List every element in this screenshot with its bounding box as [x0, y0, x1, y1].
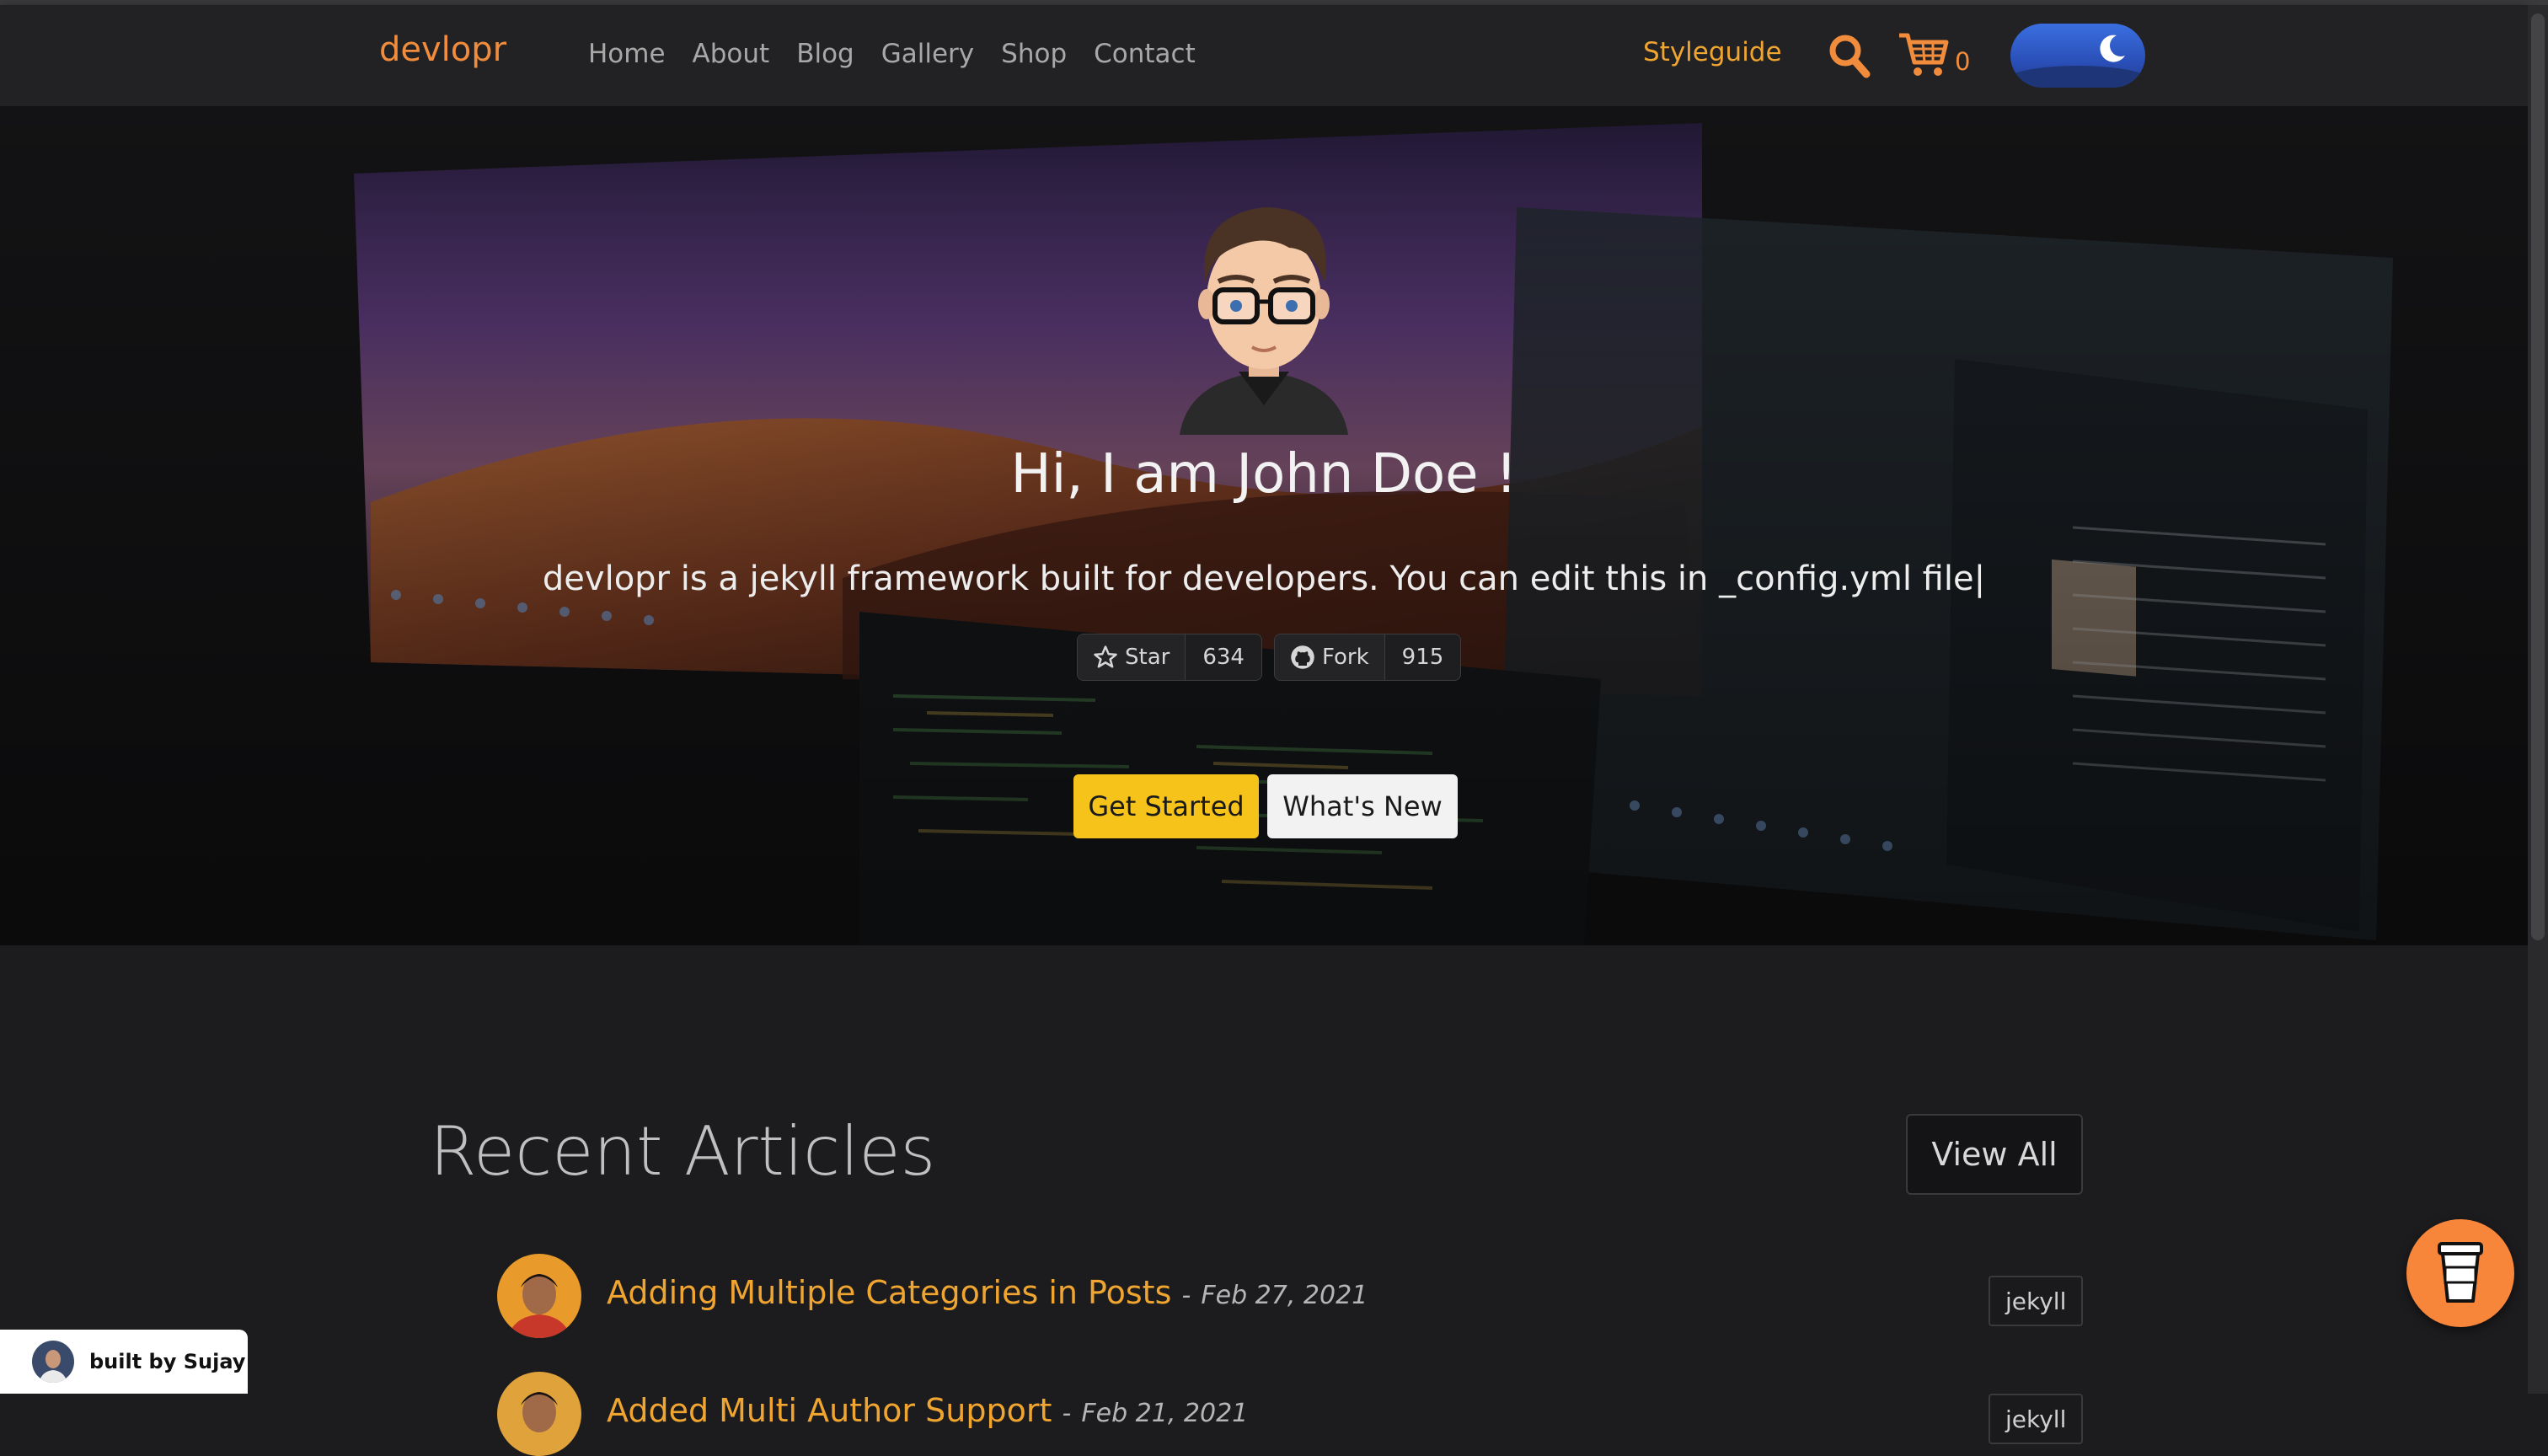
nav-link-blog[interactable]: Blog	[796, 39, 854, 69]
search-icon[interactable]	[1827, 32, 1871, 79]
brand-logo[interactable]: devlopr	[379, 30, 506, 69]
nav-link-contact[interactable]: Contact	[1094, 39, 1196, 69]
fork-count[interactable]: 915	[1385, 634, 1461, 680]
hero-section: Hi, I am John Doe ! devlopr is a jekyll …	[0, 106, 2528, 945]
star-label-wrap: Star	[1078, 634, 1186, 680]
star-label: Star	[1125, 645, 1170, 670]
built-by-badge[interactable]: built by Sujay	[0, 1330, 248, 1394]
whats-new-button[interactable]: What's New	[1267, 774, 1458, 838]
article-date: Feb 21, 2021	[1081, 1399, 1249, 1428]
article-title: Added Multi Author Support	[607, 1392, 1052, 1429]
hero-subtitle: devlopr is a jekyll framework built for …	[542, 559, 1986, 598]
article-item: Added Multi Author Support - Feb 21, 202…	[497, 1372, 2084, 1456]
fork-label: Fork	[1321, 645, 1369, 670]
star-icon	[1094, 645, 1117, 668]
toggle-hills	[2010, 66, 2145, 88]
article-tag[interactable]: jekyll	[1989, 1276, 2084, 1326]
cart-count: 0	[1955, 47, 1971, 76]
recent-articles-title: Recent Articles	[430, 1112, 936, 1191]
nav-link-shop[interactable]: Shop	[1001, 39, 1067, 69]
article-title-link[interactable]: Adding Multiple Categories in Posts - Fe…	[607, 1274, 1368, 1311]
github-fork-button[interactable]: Fork 915	[1273, 634, 1462, 681]
built-by-text: built by Sujay	[89, 1350, 246, 1373]
article-separator: -	[1181, 1281, 1191, 1310]
article-item: Adding Multiple Categories in Posts - Fe…	[497, 1254, 2084, 1338]
article-date: Feb 27, 2021	[1201, 1281, 1368, 1310]
hero-title: Hi, I am John Doe !	[1010, 443, 1518, 506]
scrollbar-thumb[interactable]	[2531, 13, 2545, 940]
styleguide-link[interactable]: Styleguide	[1643, 37, 1782, 67]
article-title: Adding Multiple Categories in Posts	[607, 1274, 1172, 1311]
nav-link-home[interactable]: Home	[588, 39, 666, 69]
cart-icon[interactable]	[1898, 29, 1950, 79]
hero-cta-row: Get Started What's New	[1073, 774, 1458, 838]
builder-avatar	[32, 1341, 74, 1383]
nav-link-gallery[interactable]: Gallery	[881, 39, 974, 69]
buy-me-coffee-button[interactable]	[2406, 1219, 2514, 1327]
theme-toggle[interactable]	[2010, 24, 2145, 88]
fork-label-wrap: Fork	[1274, 634, 1385, 680]
view-all-button[interactable]: View All	[1906, 1114, 2083, 1195]
coffee-cup-icon	[2438, 1241, 2483, 1303]
github-star-button[interactable]: Star 634	[1077, 634, 1262, 681]
article-separator: -	[1062, 1399, 1072, 1428]
navbar: devlopr Home About Blog Gallery Shop Con…	[0, 5, 2528, 106]
article-title-link[interactable]: Added Multi Author Support - Feb 21, 202…	[607, 1392, 1248, 1429]
nav-link-about[interactable]: About	[693, 39, 770, 69]
author-avatar	[497, 1254, 581, 1338]
github-icon	[1291, 645, 1314, 669]
star-count[interactable]: 634	[1186, 634, 1261, 680]
profile-avatar	[1180, 207, 1348, 435]
github-buttons: Star 634 Fork 915	[1077, 634, 1462, 681]
page-scrollbar[interactable]	[2528, 5, 2548, 1394]
author-avatar	[497, 1372, 581, 1456]
get-started-button[interactable]: Get Started	[1073, 774, 1259, 838]
moon-icon	[2100, 35, 2125, 62]
article-tag[interactable]: jekyll	[1989, 1394, 2084, 1444]
nav-links: Home About Blog Gallery Shop Contact	[588, 39, 1196, 69]
